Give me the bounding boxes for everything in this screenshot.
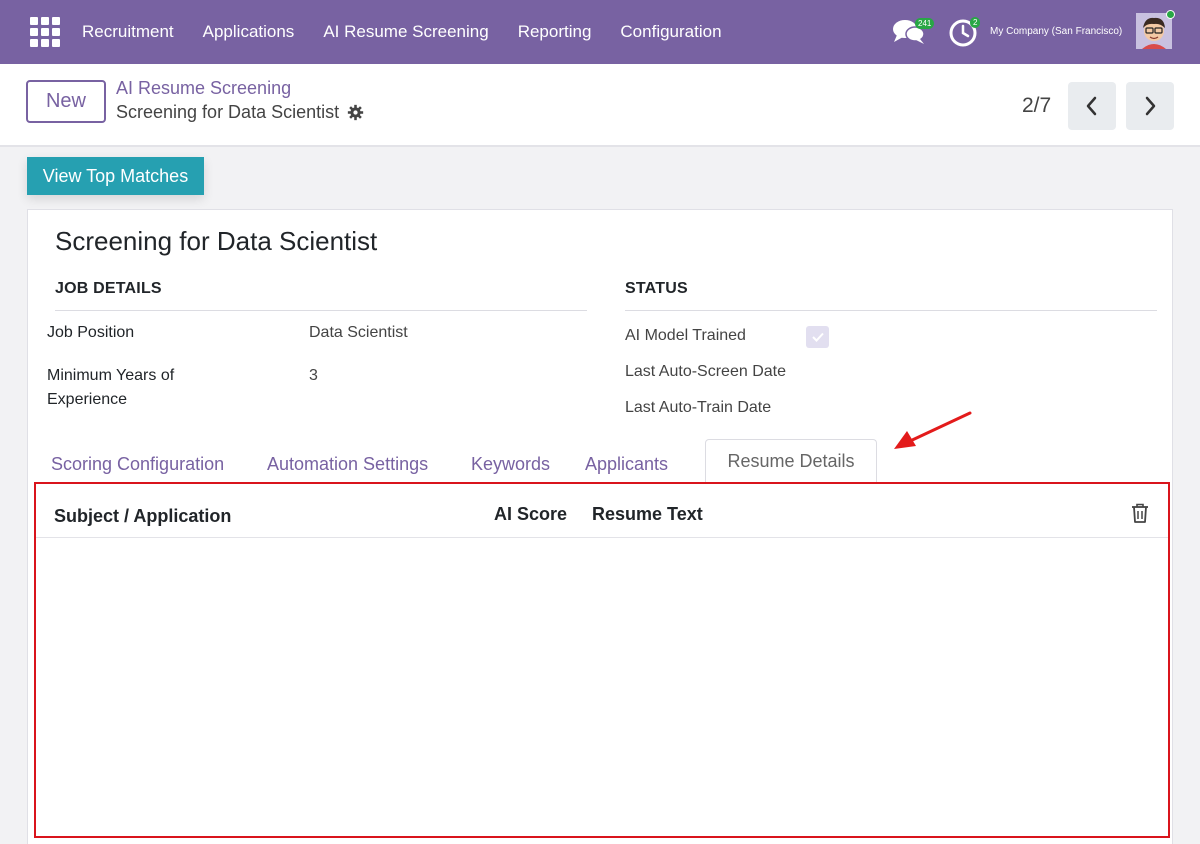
pager-value: 2/7 (1022, 94, 1052, 117)
column-header-resume-text[interactable]: Resume Text (592, 504, 703, 525)
company-switcher[interactable]: My Company (San Francisco) (990, 26, 1122, 37)
status-divider (625, 310, 1157, 311)
online-status-dot (1166, 10, 1175, 19)
annotation-arrow-icon (894, 411, 972, 449)
menu-item-reporting[interactable]: Reporting (518, 22, 592, 42)
apps-grid-icon[interactable] (30, 17, 60, 47)
ai-model-trained-label: AI Model Trained (625, 327, 746, 344)
breadcrumb-parent-link[interactable]: AI Resume Screening (116, 78, 291, 99)
chevron-left-icon (1086, 96, 1097, 116)
status-heading: STATUS (625, 280, 688, 297)
chat-icon[interactable]: 241 (891, 17, 935, 47)
menu-item-ai-resume-screening[interactable]: AI Resume Screening (323, 22, 488, 42)
chevron-right-icon (1145, 96, 1156, 116)
job-position-value[interactable]: Data Scientist (309, 324, 408, 342)
record-title: Screening for Data Scientist (55, 226, 378, 256)
control-panel: New AI Resume Screening Screening for Da… (0, 64, 1200, 147)
last-auto-screen-label: Last Auto-Screen Date (625, 363, 786, 380)
avatar[interactable] (1136, 13, 1172, 49)
menu-item-applications[interactable]: Applications (203, 22, 295, 42)
menu-item-configuration[interactable]: Configuration (620, 22, 721, 42)
job-details-divider (55, 310, 587, 311)
job-details-heading: JOB DETAILS (55, 280, 162, 297)
activity-clock-icon[interactable]: 2 (948, 16, 981, 48)
view-top-matches-button[interactable]: View Top Matches (27, 157, 204, 195)
table-header-divider (36, 537, 1168, 538)
job-position-label: Job Position (47, 324, 135, 341)
pager-next-button[interactable] (1126, 82, 1174, 130)
breadcrumb-current: Screening for Data Scientist (116, 102, 364, 123)
top-navbar: Recruitment Applications AI Resume Scree… (0, 0, 1200, 64)
check-icon (811, 332, 824, 342)
tab-scoring-configuration[interactable]: Scoring Configuration (51, 454, 224, 475)
tab-keywords[interactable]: Keywords (471, 454, 550, 475)
main-menu: Recruitment Applications AI Resume Scree… (82, 0, 751, 64)
tab-resume-details[interactable]: Resume Details (705, 439, 877, 484)
messages-count-badge: 241 (915, 18, 935, 29)
min-experience-label: Minimum Years of Experience (47, 367, 175, 408)
column-header-subject-application[interactable]: Subject / Application (54, 506, 231, 527)
trash-icon[interactable] (1130, 502, 1150, 524)
menu-item-recruitment[interactable]: Recruitment (82, 22, 174, 42)
breadcrumb-current-label: Screening for Data Scientist (116, 102, 340, 122)
column-header-ai-score[interactable]: AI Score (494, 504, 567, 525)
tab-applicants[interactable]: Applicants (585, 454, 668, 475)
gear-icon[interactable] (347, 104, 364, 121)
resume-details-table: Subject / Application AI Score Resume Te… (34, 482, 1170, 838)
pager-previous-button[interactable] (1068, 82, 1116, 130)
tab-automation-settings[interactable]: Automation Settings (267, 454, 428, 475)
min-experience-value[interactable]: 3 (309, 367, 318, 385)
last-auto-train-label: Last Auto-Train Date (625, 399, 772, 416)
ai-model-trained-checkbox[interactable] (806, 326, 829, 348)
new-button[interactable]: New (26, 80, 106, 123)
